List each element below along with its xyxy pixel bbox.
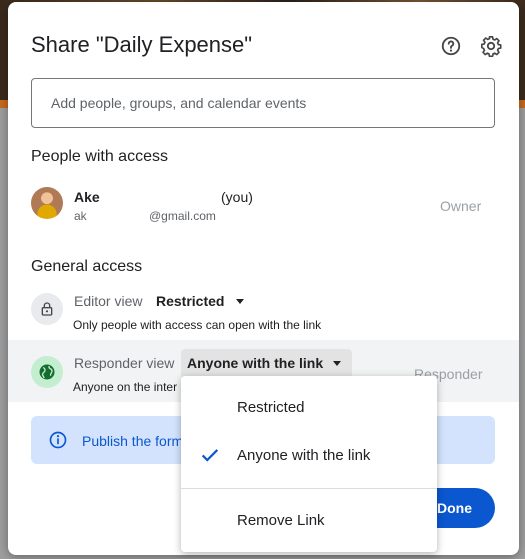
owner-role-label: Owner — [440, 198, 482, 214]
lock-icon-badge — [31, 293, 63, 325]
responder-access-description: Anyone on the inter — [73, 380, 178, 394]
people-section-title: People with access — [31, 148, 168, 165]
gear-icon[interactable] — [480, 35, 502, 57]
menu-item-label: Restricted — [237, 399, 305, 416]
menu-item-anyone-with-link[interactable]: Anyone with the link — [181, 432, 437, 480]
general-access-title: General access — [31, 258, 143, 275]
add-people-input[interactable] — [31, 78, 495, 128]
menu-item-label: Remove Link — [237, 512, 325, 529]
globe-icon-badge — [31, 356, 63, 388]
dialog-title: Share "Daily Expense" — [31, 32, 253, 57]
responder-view-label: Responder view — [74, 355, 175, 371]
responder-access-value[interactable]: Anyone with the link — [187, 355, 323, 371]
person-email-start: ak — [74, 209, 87, 223]
editor-view-label: Editor view — [74, 293, 143, 309]
person-name: Ake — [74, 189, 100, 205]
person-email-end: @gmail.com — [149, 209, 216, 223]
lock-icon — [41, 302, 53, 316]
access-dropdown-menu: Restricted Anyone with the link Remove L… — [181, 376, 437, 552]
info-banner-text: Publish the form — [82, 433, 184, 449]
menu-item-restricted[interactable]: Restricted — [181, 384, 437, 432]
info-icon — [49, 431, 67, 449]
chevron-down-icon[interactable] — [333, 361, 341, 366]
help-icon[interactable] — [440, 35, 462, 57]
globe-icon — [39, 364, 55, 380]
menu-item-remove-link[interactable]: Remove Link — [181, 497, 437, 545]
avatar — [31, 187, 63, 219]
menu-item-label: Anyone with the link — [237, 447, 371, 464]
editor-access-description: Only people with access can open with th… — [73, 318, 322, 332]
editor-access-dropdown[interactable]: Restricted — [156, 293, 224, 309]
person-you-label: (you) — [221, 189, 253, 205]
checkmark-icon — [201, 449, 219, 462]
chevron-down-icon[interactable] — [236, 299, 244, 304]
menu-divider — [181, 488, 437, 489]
